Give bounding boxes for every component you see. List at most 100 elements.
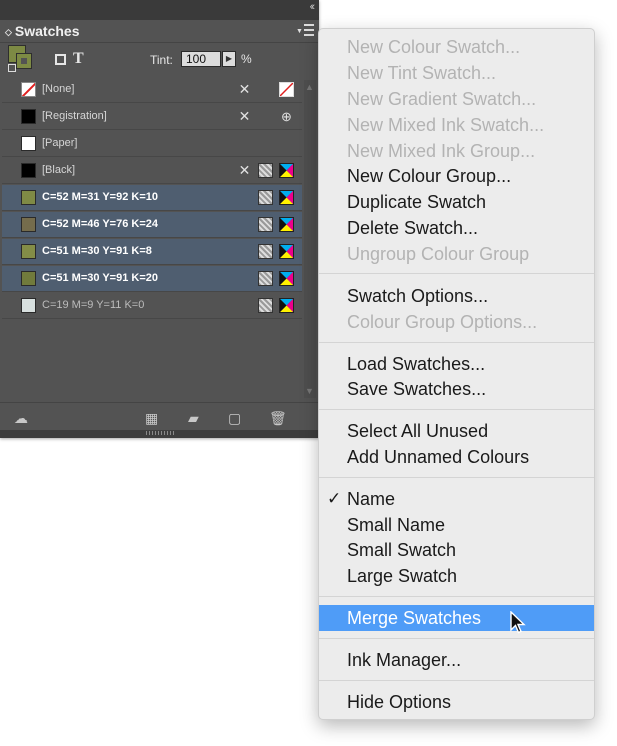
default-fill-stroke-icon[interactable] (8, 64, 16, 72)
swatch-row-paper[interactable]: [Paper] (2, 131, 302, 157)
swatch-chip (21, 217, 36, 232)
chevron-down-icon: ▼ (296, 28, 303, 35)
swatch-row-none[interactable]: [None] ✕ (2, 77, 302, 103)
scroll-up-icon[interactable]: ▲ (305, 82, 314, 92)
stroke-swatch-icon[interactable] (16, 53, 32, 69)
cc-libraries-icon[interactable]: ☁ (14, 410, 28, 427)
tab-swatches[interactable]: ◇ Swatches (2, 20, 88, 42)
swatch-chip (21, 298, 36, 313)
menu-separator (319, 409, 594, 410)
tab-expand-icon[interactable]: ◇ (5, 27, 12, 37)
cannot-edit-icon: ✕ (238, 81, 251, 97)
panel-title-bar[interactable]: ‹‹ (0, 0, 319, 20)
process-colour-icon (258, 271, 273, 286)
swatch-row[interactable]: C=52 M=31 Y=92 K=10 (2, 185, 302, 211)
tint-percent-unit: % (241, 52, 252, 66)
swatch-chip-registration (21, 109, 36, 124)
tint-slider-arrow-icon[interactable]: ▶ (222, 51, 236, 67)
menu-item-colour-group-options[interactable]: Colour Group Options... (319, 309, 594, 335)
swatches-panel-menu: New Colour Swatch... New Tint Swatch... … (318, 28, 595, 720)
swatch-row[interactable]: C=52 M=46 Y=76 K=24 (2, 212, 302, 238)
tint-input[interactable]: 100 (181, 51, 221, 67)
menu-separator (319, 477, 594, 478)
checkmark-icon: ✓ (327, 489, 342, 508)
menu-item-view-large-swatch[interactable]: Large Swatch (319, 563, 594, 589)
menu-item-new-mixed-ink-group[interactable]: New Mixed Ink Group... (319, 138, 594, 164)
swatch-row[interactable]: C=51 M=30 Y=91 K=8 (2, 239, 302, 265)
formatting-affects-container-icon[interactable] (55, 54, 66, 65)
swatch-view-icon[interactable]: ▦ (145, 410, 158, 427)
cmyk-mode-icon (279, 163, 294, 178)
swatch-chip-black (21, 163, 36, 178)
menu-item-add-unnamed-colours[interactable]: Add Unnamed Colours (319, 444, 594, 470)
menu-item-merge-swatches[interactable]: Merge Swatches (319, 605, 594, 631)
mouse-pointer-icon (510, 611, 526, 634)
cmyk-icon (280, 218, 293, 231)
menu-item-new-colour-group[interactable]: New Colour Group... (319, 163, 594, 189)
swatch-row-black[interactable]: [Black] ✕ (2, 158, 302, 184)
none-colour-icon (279, 82, 294, 97)
cmyk-mode-icon (279, 217, 294, 232)
menu-item-label: Name (347, 489, 396, 509)
swatch-row-registration[interactable]: [Registration] ✕ ⊕ (2, 104, 302, 130)
cannot-edit-icon: ✕ (238, 162, 251, 178)
new-color-group-icon[interactable]: ▰ (188, 410, 199, 427)
menu-item-view-small-name[interactable]: Small Name (319, 512, 594, 538)
menu-separator (319, 273, 594, 274)
process-colour-icon (258, 163, 273, 178)
swatches-panel: ‹‹ ◇Swatches ▼ T Tint: 100 ▶ % [None] ✕ (0, 0, 319, 438)
trash-icon[interactable]: 🗑 (269, 410, 287, 427)
formatting-affects-text-icon[interactable]: T (73, 50, 84, 68)
menu-item-ink-manager[interactable]: Ink Manager... (319, 647, 594, 673)
cmyk-mode-icon (279, 244, 294, 259)
cmyk-mode-icon (279, 190, 294, 205)
menu-item-ungroup-colour-group[interactable]: Ungroup Colour Group (319, 241, 594, 267)
registration-icon: ⊕ (281, 109, 292, 124)
cmyk-icon (280, 191, 293, 204)
swatch-chip (21, 271, 36, 286)
swatch-label: C=19 M=9 Y=11 K=0 (42, 299, 145, 311)
menu-item-duplicate-swatch[interactable]: Duplicate Swatch (319, 189, 594, 215)
scroll-down-icon[interactable]: ▼ (305, 386, 314, 396)
menu-item-delete-swatch[interactable]: Delete Swatch... (319, 215, 594, 241)
menu-item-hide-options[interactable]: Hide Options (319, 689, 594, 715)
none-slash-icon (280, 83, 293, 96)
swatch-label: [Registration] (42, 110, 107, 122)
swatch-row[interactable]: C=51 M=30 Y=91 K=20 (2, 266, 302, 292)
swatch-chip-none (21, 82, 36, 97)
swatch-label: C=52 M=31 Y=92 K=10 (42, 191, 158, 203)
menu-separator (319, 638, 594, 639)
menu-item-load-swatches[interactable]: Load Swatches... (319, 351, 594, 377)
tab-swatches-label: Swatches (14, 23, 80, 39)
menu-item-new-mixed-ink-swatch[interactable]: New Mixed Ink Swatch... (319, 112, 594, 138)
process-colour-icon (258, 244, 273, 259)
menu-item-new-colour-swatch[interactable]: New Colour Swatch... (319, 34, 594, 60)
cmyk-mode-icon (279, 298, 294, 313)
scrollbar[interactable] (304, 80, 316, 398)
menu-item-save-swatches[interactable]: Save Swatches... (319, 376, 594, 402)
menu-item-new-tint-swatch[interactable]: New Tint Swatch... (319, 60, 594, 86)
fill-stroke-proxy[interactable] (8, 45, 36, 72)
panel-menu-button[interactable]: ▼ (295, 23, 315, 39)
cmyk-icon (280, 299, 293, 312)
menu-separator (319, 342, 594, 343)
process-colour-icon (258, 217, 273, 232)
menu-item-view-name[interactable]: ✓ Name (319, 486, 594, 512)
menu-item-swatch-options[interactable]: Swatch Options... (319, 283, 594, 309)
swatch-row[interactable]: C=19 M=9 Y=11 K=0 (2, 293, 302, 319)
tint-label: Tint: (150, 53, 173, 67)
swatch-label: [Black] (42, 164, 76, 176)
menu-item-new-gradient-swatch[interactable]: New Gradient Swatch... (319, 86, 594, 112)
swatch-chip (21, 244, 36, 259)
swatch-chip (21, 190, 36, 205)
collapse-panel-icon[interactable]: ‹‹ (310, 1, 316, 13)
cmyk-mode-icon (279, 271, 294, 286)
new-swatch-icon[interactable]: ▢ (228, 410, 241, 427)
menu-item-select-all-unused[interactable]: Select All Unused (319, 418, 594, 444)
cmyk-icon (280, 164, 293, 177)
menu-item-view-small-swatch[interactable]: Small Swatch (319, 537, 594, 563)
resize-grip-icon[interactable] (146, 431, 174, 435)
hamburger-icon (303, 24, 314, 36)
process-colour-icon (258, 190, 273, 205)
swatch-label: C=51 M=30 Y=91 K=20 (42, 272, 158, 284)
